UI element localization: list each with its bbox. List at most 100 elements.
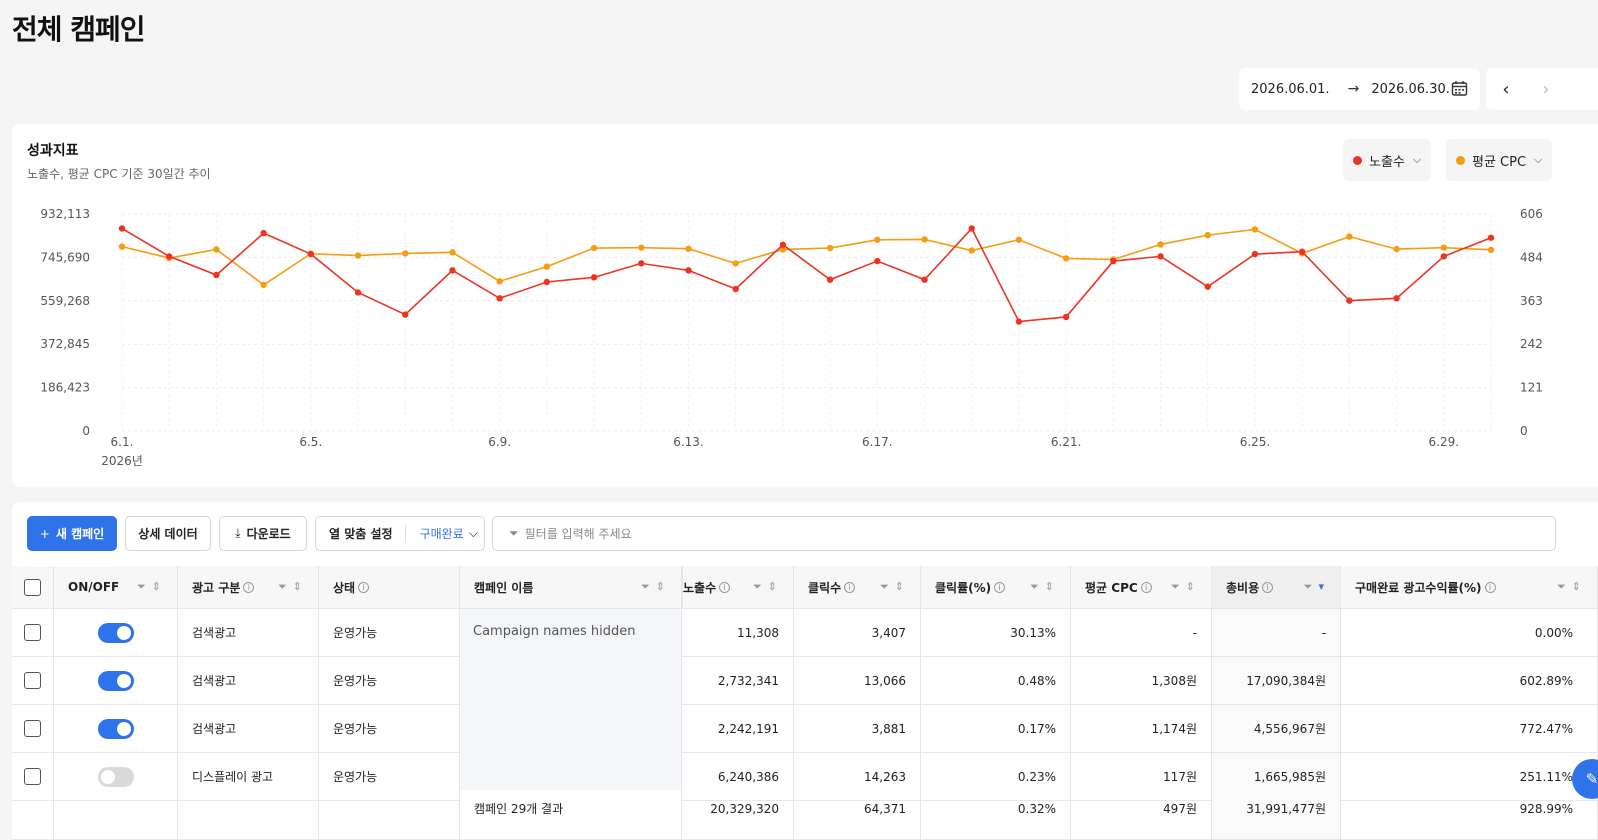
clicks-cell: 3,881 bbox=[794, 705, 921, 753]
filter-sort-icon[interactable]: ⏷⇕ bbox=[1171, 580, 1201, 594]
data-point bbox=[1346, 297, 1353, 304]
header-label: 광고 구분 bbox=[192, 580, 241, 595]
select-all-checkbox[interactable] bbox=[24, 578, 41, 596]
new-campaign-button[interactable]: + 새 캠페인 bbox=[27, 516, 117, 551]
header-status[interactable]: 상태 i bbox=[319, 566, 460, 609]
data-point bbox=[874, 257, 881, 265]
header-label: 클릭수 bbox=[808, 580, 842, 595]
filter-sort-icon[interactable]: ⏷⇕ bbox=[753, 580, 783, 594]
clicks-cell: 3,407 bbox=[794, 609, 921, 657]
filter-sort-icon[interactable]: ⏷⇕ bbox=[137, 580, 167, 594]
filter-sort-icon[interactable]: ⏷⇕ bbox=[1557, 580, 1587, 594]
header-label: 캠페인 이름 bbox=[474, 580, 534, 595]
filter-sort-icon[interactable]: ⏷▾ bbox=[1304, 580, 1330, 594]
filter-input[interactable]: ⏷ 필터를 입력해 주세요 bbox=[492, 516, 1556, 551]
header-label: 총비용 bbox=[1226, 580, 1260, 595]
y-right-tick-label: 242 bbox=[1520, 337, 1543, 351]
prev-period-button[interactable]: ‹ bbox=[1486, 68, 1526, 110]
data-point bbox=[1393, 245, 1400, 253]
x-tick-label: 6.1. bbox=[111, 435, 134, 449]
data-point bbox=[968, 225, 975, 232]
info-icon[interactable]: i bbox=[243, 581, 255, 593]
header-campaign-name[interactable]: 캠페인 이름 ⏷⇕ bbox=[460, 566, 682, 609]
x-tick-label: 6.9. bbox=[488, 435, 511, 449]
data-point bbox=[1204, 283, 1211, 290]
x-tick-label: 6.25. bbox=[1240, 435, 1271, 449]
detail-data-button[interactable]: 상세 데이터 bbox=[125, 516, 211, 551]
download-button[interactable]: ⤓ 다운로드 bbox=[219, 516, 307, 551]
onoff-cell bbox=[54, 705, 178, 753]
roas-cell: 0.00% bbox=[1341, 609, 1598, 657]
filter-sort-icon[interactable]: ⏷⇕ bbox=[641, 580, 671, 594]
chevron-left-icon: ‹ bbox=[1502, 78, 1510, 100]
avg-cpc-cell: 1,174원 bbox=[1071, 705, 1212, 753]
data-point bbox=[1298, 248, 1306, 255]
header-label: 평균 CPC bbox=[1085, 580, 1138, 595]
data-point bbox=[921, 236, 928, 243]
row-checkbox[interactable] bbox=[24, 768, 41, 785]
data-point bbox=[1204, 231, 1211, 239]
impressions-cell: 11,308 bbox=[682, 609, 794, 657]
header-onoff[interactable]: ON/OFF ⏷⇕ bbox=[54, 566, 178, 609]
info-icon[interactable]: i bbox=[844, 581, 856, 593]
campaign-toggle[interactable] bbox=[97, 718, 134, 739]
data-point bbox=[354, 289, 362, 296]
info-icon[interactable]: i bbox=[1262, 581, 1274, 593]
data-point bbox=[590, 274, 598, 281]
filter-sort-icon[interactable]: ⏷⇕ bbox=[278, 580, 308, 594]
summary-label: 캠페인 29개 결과 bbox=[460, 788, 682, 840]
data-point bbox=[1157, 253, 1164, 260]
total-cost-cell: - bbox=[1212, 609, 1341, 657]
header-total-cost[interactable]: 총비용 i ⏷▾ bbox=[1212, 566, 1341, 609]
data-point bbox=[1393, 295, 1400, 302]
next-period-button[interactable]: › bbox=[1526, 68, 1566, 110]
header-roas[interactable]: 구매완료 광고수익률(%) i ⏷⇕ bbox=[1341, 566, 1598, 609]
x-tick-label: 6.29. bbox=[1429, 435, 1460, 449]
filter-sort-icon[interactable]: ⏷⇕ bbox=[880, 580, 910, 594]
filter-placeholder: 필터를 입력해 주세요 bbox=[524, 527, 632, 541]
y-right-tick-label: 363 bbox=[1520, 294, 1543, 308]
campaign-toggle[interactable] bbox=[97, 622, 134, 643]
summary-ctr: 0.32% bbox=[921, 788, 1071, 840]
header-impressions[interactable]: 노출수 i ⏷⇕ bbox=[683, 566, 794, 609]
campaign-toggle[interactable] bbox=[97, 766, 134, 787]
campaign-toggle[interactable] bbox=[97, 670, 134, 691]
date-start: 2026.06.01. bbox=[1251, 81, 1330, 97]
data-point bbox=[685, 245, 692, 252]
date-end: 2026.06.30. bbox=[1371, 81, 1450, 97]
row-checkbox[interactable] bbox=[24, 720, 41, 737]
data-point bbox=[1157, 241, 1164, 248]
download-label: 다운로드 bbox=[246, 527, 291, 541]
column-setting-dropdown[interactable]: 열 맞춤 설정 구매완료 ⌵ bbox=[315, 516, 485, 551]
data-point bbox=[213, 246, 220, 253]
data-point bbox=[779, 241, 787, 248]
header-ad-type[interactable]: 광고 구분 i ⏷⇕ bbox=[178, 566, 319, 609]
date-range-picker[interactable]: 2026.06.01. → 2026.06.30. bbox=[1239, 68, 1480, 110]
calendar-icon[interactable] bbox=[1451, 80, 1468, 97]
impressions-cell: 2,732,341 bbox=[682, 657, 794, 705]
series-line bbox=[121, 227, 1492, 323]
y-right-tick-label: 0 bbox=[1520, 424, 1528, 438]
row-checkbox[interactable] bbox=[24, 672, 41, 689]
data-point bbox=[449, 267, 456, 274]
impressions-cell: 2,242,191 bbox=[682, 705, 794, 753]
y-left-tick-label: 932,113 bbox=[40, 207, 90, 221]
info-icon[interactable]: i bbox=[719, 581, 731, 593]
header-clicks[interactable]: 클릭수 i ⏷⇕ bbox=[794, 566, 921, 609]
arrow-right-icon: → bbox=[1347, 81, 1360, 97]
header-avg-cpc[interactable]: 평균 CPC i ⏷⇕ bbox=[1071, 566, 1212, 609]
filter-sort-icon[interactable]: ⏷⇕ bbox=[1030, 580, 1060, 594]
info-icon[interactable]: i bbox=[1140, 581, 1152, 593]
info-icon[interactable]: i bbox=[994, 581, 1006, 593]
data-point bbox=[449, 249, 456, 256]
info-icon[interactable]: i bbox=[1484, 581, 1496, 593]
info-icon[interactable]: i bbox=[358, 581, 370, 593]
data-point bbox=[826, 276, 834, 283]
data-point bbox=[496, 295, 503, 302]
row-checkbox[interactable] bbox=[24, 624, 41, 641]
header-label: 노출수 bbox=[683, 580, 717, 595]
summary-empty-cell bbox=[54, 788, 178, 840]
header-ctr[interactable]: 클릭률(%) i ⏷⇕ bbox=[921, 566, 1071, 609]
summary-avg-cpc: 497원 bbox=[1071, 788, 1212, 840]
x-tick-label: 6.17. bbox=[862, 435, 893, 449]
